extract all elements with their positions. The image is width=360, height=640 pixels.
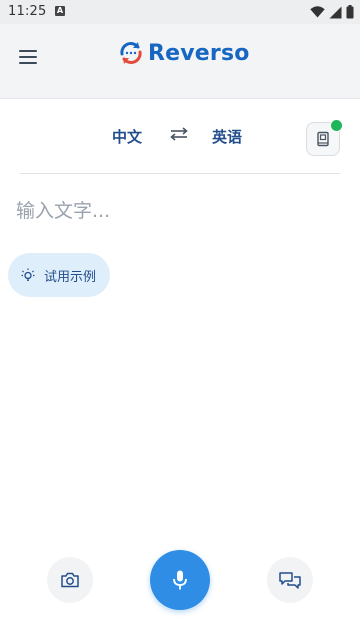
status-icons xyxy=(310,5,354,19)
swap-arrows-icon[interactable] xyxy=(168,124,190,144)
bottom-action-bar xyxy=(0,540,360,630)
source-language[interactable]: 中文 xyxy=(112,126,142,147)
chat-bubbles-icon xyxy=(279,572,301,589)
camera-icon xyxy=(61,572,79,588)
app-bar: Reverso xyxy=(0,24,360,99)
a-notification-icon: A xyxy=(55,6,65,16)
target-language[interactable]: 英语 xyxy=(212,126,242,147)
status-time: 11:25 xyxy=(8,4,47,19)
reverso-logo: Reverso xyxy=(118,40,250,66)
text-input[interactable] xyxy=(16,196,336,226)
camera-button[interactable] xyxy=(47,557,93,603)
try-example-label: 试用示例 xyxy=(44,269,97,285)
logo-text: Reverso xyxy=(148,40,250,66)
microphone-button[interactable] xyxy=(150,550,210,610)
try-example-button[interactable]: 试用示例 xyxy=(8,253,111,297)
wifi-icon xyxy=(310,6,325,18)
hamburger-menu-icon[interactable] xyxy=(14,43,42,71)
book-icon xyxy=(317,131,329,147)
reverso-logo-icon xyxy=(120,42,142,64)
conversation-button[interactable] xyxy=(267,557,313,603)
divider xyxy=(20,173,340,174)
lightbulb-icon xyxy=(21,268,35,281)
cellular-signal-icon xyxy=(329,6,342,18)
status-indicator-dot xyxy=(330,119,343,132)
language-selector: 中文 英语 xyxy=(0,110,360,160)
microphone-icon xyxy=(173,570,187,590)
battery-icon xyxy=(346,5,354,19)
dictionary-button[interactable] xyxy=(306,119,343,156)
status-bar: 11:25 A xyxy=(0,0,360,24)
